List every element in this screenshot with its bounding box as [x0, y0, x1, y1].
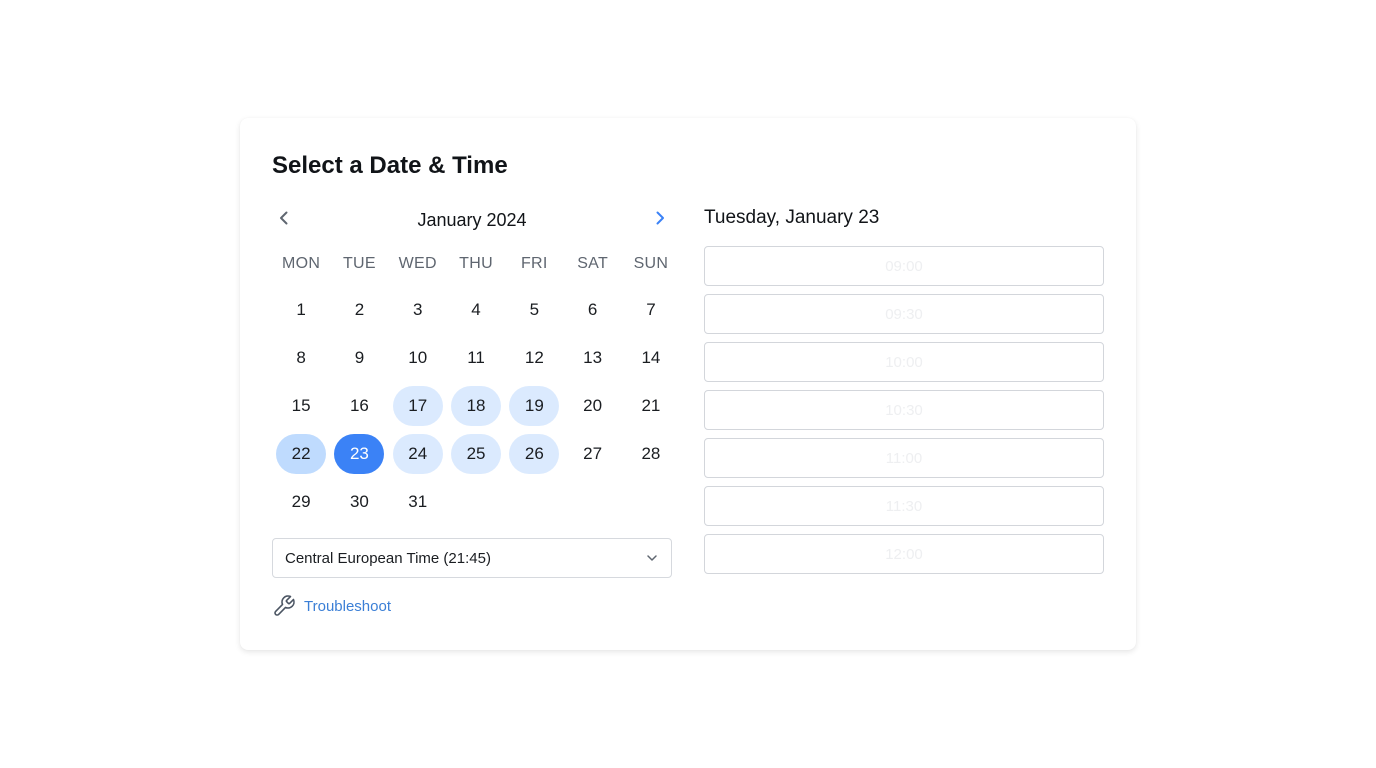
calendar-header: January 2024 [272, 202, 672, 238]
next-month-button[interactable] [646, 204, 674, 232]
day-cell: 8 [272, 334, 330, 382]
calendar-day: 5 [529, 300, 540, 319]
weekday-label: THU [459, 255, 493, 272]
day-cell: 18 [447, 382, 505, 430]
day-cell: 17 [389, 382, 447, 430]
day-cell: 11 [447, 334, 505, 382]
chevron-down-icon [647, 555, 657, 561]
calendar-day: 15 [291, 396, 311, 415]
calendar-day: 1 [296, 300, 306, 319]
day-cell: 13 [563, 334, 621, 382]
calendar-day: 6 [587, 300, 598, 319]
calendar-day: 12 [524, 348, 544, 367]
time-slot-button[interactable]: 12:00 [704, 534, 1104, 574]
timezone-select[interactable]: Central European Time (21:45) [272, 538, 672, 578]
calendar-day[interactable]: 26 [509, 434, 560, 474]
calendar-day[interactable]: 18 [451, 386, 502, 426]
day-cell: 16 [330, 382, 388, 430]
calendar-day: 27 [583, 444, 603, 463]
weekday-label: SUN [633, 255, 669, 272]
day-cell: 30 [330, 478, 388, 526]
day-cell: 21 [622, 382, 680, 430]
day-cell: 20 [563, 382, 621, 430]
time-slot-button[interactable]: 09:30 [704, 294, 1104, 334]
weekday-label: MON [282, 255, 321, 272]
day-cell: 19 [505, 382, 563, 430]
weekday-label: FRI [520, 255, 548, 272]
day-cell: 5 [505, 286, 563, 334]
day-cell: 22 [272, 430, 330, 478]
time-slot-button[interactable]: 11:00 [704, 438, 1104, 478]
day-cell: 31 [389, 478, 447, 526]
day-cell: 1 [272, 286, 330, 334]
day-cell: 7 [622, 286, 680, 334]
day-cell: 3 [389, 286, 447, 334]
chevron-right-icon [656, 211, 664, 225]
day-cell: 27 [563, 430, 621, 478]
calendar-day[interactable]: 17 [392, 386, 443, 426]
calendar-day: 14 [641, 348, 661, 367]
timezone-value: Central European Time (21:45) [285, 549, 491, 567]
calendar-day[interactable]: 25 [451, 434, 502, 474]
day-cell: 4 [447, 286, 505, 334]
time-slot-button[interactable]: 11:30 [704, 486, 1104, 526]
day-cell: 26 [505, 430, 563, 478]
wrench-icon [274, 595, 295, 616]
calendar-day: 4 [471, 300, 481, 319]
day-cell: 28 [622, 430, 680, 478]
calendar-day: 28 [641, 444, 661, 463]
calendar-day: 8 [296, 348, 306, 367]
day-cell: 29 [272, 478, 330, 526]
time-slot-button[interactable]: 09:00 [704, 246, 1104, 286]
day-cell: 25 [447, 430, 505, 478]
calendar: January 2024 MON TUE WED THU FRI SAT SUN… [272, 202, 672, 526]
day-cell: 6 [563, 286, 621, 334]
calendar-day: 10 [408, 348, 428, 367]
calendar-day: 31 [408, 492, 428, 511]
page-title: Select a Date & Time [272, 152, 508, 179]
calendar-day: 2 [354, 300, 365, 319]
day-cell: 12 [505, 334, 563, 382]
weekday-label: TUE [342, 255, 376, 272]
troubleshoot-label: Troubleshoot [304, 597, 391, 615]
calendar-day: 11 [467, 348, 485, 367]
time-slot-button[interactable]: 10:00 [704, 342, 1104, 382]
weekday-row: MON TUE WED THU FRI SAT SUN [272, 246, 672, 282]
troubleshoot-link[interactable]: Troubleshoot [272, 594, 391, 618]
time-slots-panel: Tuesday, January 23 09:00 09:30 10:00 10… [704, 202, 1104, 574]
calendar-day: 3 [413, 300, 423, 319]
day-cell: 14 [622, 334, 680, 382]
calendar-day[interactable]: 22 [276, 434, 327, 474]
calendar-day: 29 [291, 492, 311, 511]
weekday-label: SAT [577, 255, 609, 272]
calendar-day: 7 [646, 300, 656, 319]
day-grid: 1 2 3 4 5 6 7 8 9 10 11 12 13 14 15 16 17 18 19 20 21 22 23 24 2… [272, 286, 672, 526]
time-slot-button[interactable]: 10:30 [704, 390, 1104, 430]
month-label: January 2024 [417, 210, 527, 230]
booking-card: Select a Date & Time January 2024 MON TU… [240, 118, 1136, 650]
day-cell: 10 [389, 334, 447, 382]
day-cell: 9 [330, 334, 388, 382]
calendar-day: 30 [349, 492, 369, 511]
calendar-day: 20 [583, 396, 603, 415]
calendar-day[interactable]: 23 [334, 434, 385, 474]
day-cell: 23 [330, 430, 388, 478]
selected-date-heading: Tuesday, January 23 [704, 207, 880, 228]
day-cell: 24 [389, 430, 447, 478]
calendar-day: 21 [641, 396, 661, 415]
calendar-day: 9 [354, 348, 365, 367]
calendar-day: 16 [349, 396, 369, 415]
calendar-day[interactable]: 24 [392, 434, 443, 474]
day-cell: 2 [330, 286, 388, 334]
calendar-day[interactable]: 19 [509, 386, 560, 426]
calendar-day: 13 [583, 348, 603, 367]
day-cell: 15 [272, 382, 330, 430]
weekday-label: WED [398, 255, 437, 272]
